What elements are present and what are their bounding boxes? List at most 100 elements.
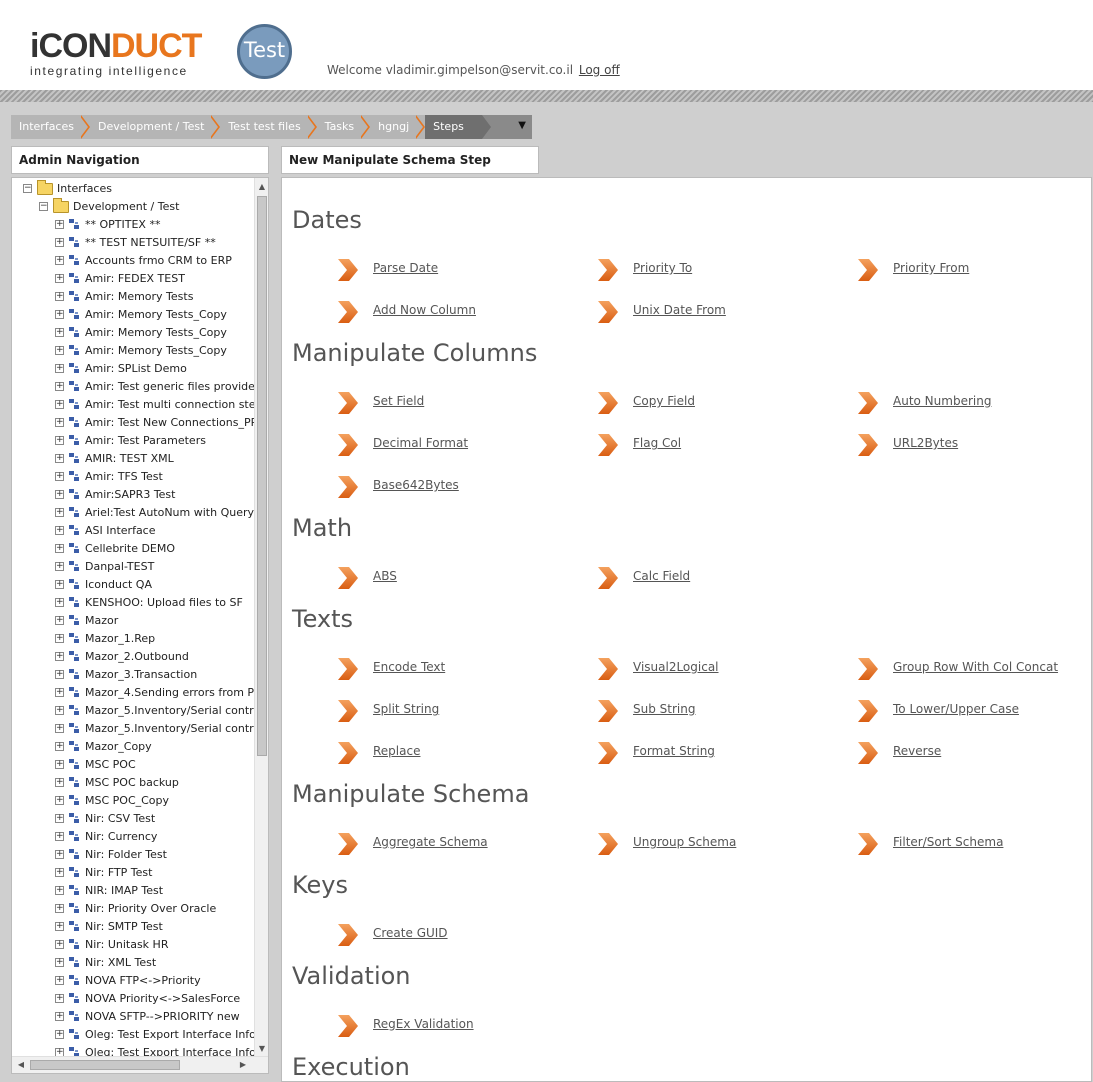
step-auto-numbering[interactable]: Auto Numbering [857, 389, 991, 417]
tree-item[interactable]: + Oleg: Test Export Interface Info_C [12, 1044, 254, 1056]
step-link[interactable]: URL2Bytes [893, 436, 958, 450]
tree-item[interactable]: + Nir: Priority Over Oracle [12, 900, 254, 918]
tree-item[interactable]: + Danpal-TEST [12, 558, 254, 576]
step-create-guid[interactable]: Create GUID [337, 921, 448, 949]
step-filter-sort-schema[interactable]: Filter/Sort Schema [857, 830, 1003, 858]
step-set-field[interactable]: Set Field [337, 389, 424, 417]
tree-item[interactable]: + Amir: SPList Demo [12, 360, 254, 378]
step-replace[interactable]: Replace [337, 739, 420, 767]
scroll-down-icon[interactable]: ▼ [255, 1042, 268, 1056]
expand-icon[interactable]: + [55, 868, 64, 877]
expand-icon[interactable]: + [55, 382, 64, 391]
step-to-lower-upper-case[interactable]: To Lower/Upper Case [857, 697, 1019, 725]
collapse-icon[interactable]: − [39, 202, 48, 211]
tree-item[interactable]: + Nir: Unitask HR [12, 936, 254, 954]
tree-item[interactable]: + Nir: SMTP Test [12, 918, 254, 936]
step-visual2logical[interactable]: Visual2Logical [597, 655, 719, 683]
tree-item[interactable]: + Oleg: Test Export Interface Info [12, 1026, 254, 1044]
expand-icon[interactable]: + [55, 346, 64, 355]
tree-item[interactable]: + Mazor_2.Outbound [12, 648, 254, 666]
step-link[interactable]: Base642Bytes [373, 478, 459, 492]
expand-icon[interactable]: + [55, 886, 64, 895]
logoff-link[interactable]: Log off [579, 63, 620, 77]
step-link[interactable]: Flag Col [633, 436, 681, 450]
step-link[interactable]: Set Field [373, 394, 424, 408]
step-link[interactable]: Encode Text [373, 660, 445, 674]
step-link[interactable]: Reverse [893, 744, 941, 758]
expand-icon[interactable]: + [55, 454, 64, 463]
expand-icon[interactable]: + [55, 400, 64, 409]
tree-item[interactable]: + Amir: Memory Tests_Copy [12, 342, 254, 360]
tree-item[interactable]: + Amir: TFS Test [12, 468, 254, 486]
tree-item[interactable]: + NOVA SFTP-->PRIORITY new [12, 1008, 254, 1026]
tree-item[interactable]: + MSC POC [12, 756, 254, 774]
expand-icon[interactable]: + [55, 238, 64, 247]
step-link[interactable]: Aggregate Schema [373, 835, 488, 849]
scroll-right-icon[interactable]: ▶ [236, 1057, 250, 1073]
breadcrumb-item-development-test[interactable]: Development / Test [90, 115, 221, 139]
step-encode-text[interactable]: Encode Text [337, 655, 445, 683]
expand-icon[interactable]: + [55, 544, 64, 553]
step-split-string[interactable]: Split String [337, 697, 439, 725]
expand-icon[interactable]: + [55, 436, 64, 445]
expand-icon[interactable]: + [55, 508, 64, 517]
tree-item[interactable]: + Mazor_1.Rep [12, 630, 254, 648]
step-link[interactable]: Unix Date From [633, 303, 726, 317]
expand-icon[interactable]: + [55, 814, 64, 823]
iconduct-logo[interactable]: iCONDUCT integrating intelligence [30, 28, 202, 80]
step-link[interactable]: ABS [373, 569, 397, 583]
tree-item[interactable]: + Amir: Test New Connections_PRC [12, 414, 254, 432]
tree-item[interactable]: + Nir: Currency [12, 828, 254, 846]
tree-item[interactable]: + Mazor_Copy [12, 738, 254, 756]
expand-icon[interactable]: + [55, 1012, 64, 1021]
breadcrumb-item-hgngj[interactable]: hgngj [370, 115, 426, 139]
step-link[interactable]: Ungroup Schema [633, 835, 736, 849]
step-calc-field[interactable]: Calc Field [597, 564, 690, 592]
expand-icon[interactable]: + [55, 760, 64, 769]
step-regex-validation[interactable]: RegEx Validation [337, 1012, 474, 1040]
expand-icon[interactable]: + [55, 220, 64, 229]
expand-icon[interactable]: + [55, 562, 64, 571]
tree-item[interactable]: + MSC POC_Copy [12, 792, 254, 810]
step-parse-date[interactable]: Parse Date [337, 256, 438, 284]
step-link[interactable]: Filter/Sort Schema [893, 835, 1003, 849]
step-link[interactable]: Replace [373, 744, 420, 758]
tree-item[interactable]: + Amir: FEDEX TEST [12, 270, 254, 288]
expand-icon[interactable]: + [55, 778, 64, 787]
step-abs[interactable]: ABS [337, 564, 397, 592]
tree-item[interactable]: + Amir: Memory Tests_Copy [12, 306, 254, 324]
expand-icon[interactable]: + [55, 274, 64, 283]
tree-item[interactable]: + Mazor_5.Inventory/Serial control T [12, 720, 254, 738]
step-link[interactable]: Group Row With Col Concat [893, 660, 1058, 674]
step-ungroup-schema[interactable]: Ungroup Schema [597, 830, 736, 858]
step-group-row-with-col-concat[interactable]: Group Row With Col Concat [857, 655, 1058, 683]
step-link[interactable]: Sub String [633, 702, 695, 716]
expand-icon[interactable]: + [55, 364, 64, 373]
vertical-scroll-thumb[interactable] [257, 196, 267, 756]
tree-item[interactable]: + KENSHOO: Upload files to SF [12, 594, 254, 612]
expand-icon[interactable]: + [55, 958, 64, 967]
breadcrumb-item-interfaces[interactable]: Interfaces [11, 115, 90, 139]
expand-icon[interactable]: + [55, 292, 64, 301]
expand-icon[interactable]: + [55, 310, 64, 319]
tree-node-interfaces[interactable]: − Interfaces [12, 180, 254, 198]
step-copy-field[interactable]: Copy Field [597, 389, 695, 417]
expand-icon[interactable]: + [55, 850, 64, 859]
tree-item[interactable]: + Amir: Test generic files provider_C [12, 378, 254, 396]
tree-item[interactable]: + Nir: XML Test [12, 954, 254, 972]
tree-item[interactable]: + Accounts frmo CRM to ERP [12, 252, 254, 270]
tree-item[interactable]: + Amir: Memory Tests_Copy [12, 324, 254, 342]
expand-icon[interactable]: + [55, 418, 64, 427]
step-priority-to[interactable]: Priority To [597, 256, 692, 284]
step-link[interactable]: Add Now Column [373, 303, 476, 317]
tree-node-development-test[interactable]: − Development / Test [12, 198, 254, 216]
expand-icon[interactable]: + [55, 490, 64, 499]
expand-icon[interactable]: + [55, 670, 64, 679]
step-link[interactable]: To Lower/Upper Case [893, 702, 1019, 716]
expand-icon[interactable]: + [55, 634, 64, 643]
tree-item[interactable]: + ** TEST NETSUITE/SF ** [12, 234, 254, 252]
step-link[interactable]: Create GUID [373, 926, 448, 940]
tree-item[interactable]: + Cellebrite DEMO [12, 540, 254, 558]
tree-item[interactable]: + NOVA Priority<->SalesForce [12, 990, 254, 1008]
expand-icon[interactable]: + [55, 688, 64, 697]
